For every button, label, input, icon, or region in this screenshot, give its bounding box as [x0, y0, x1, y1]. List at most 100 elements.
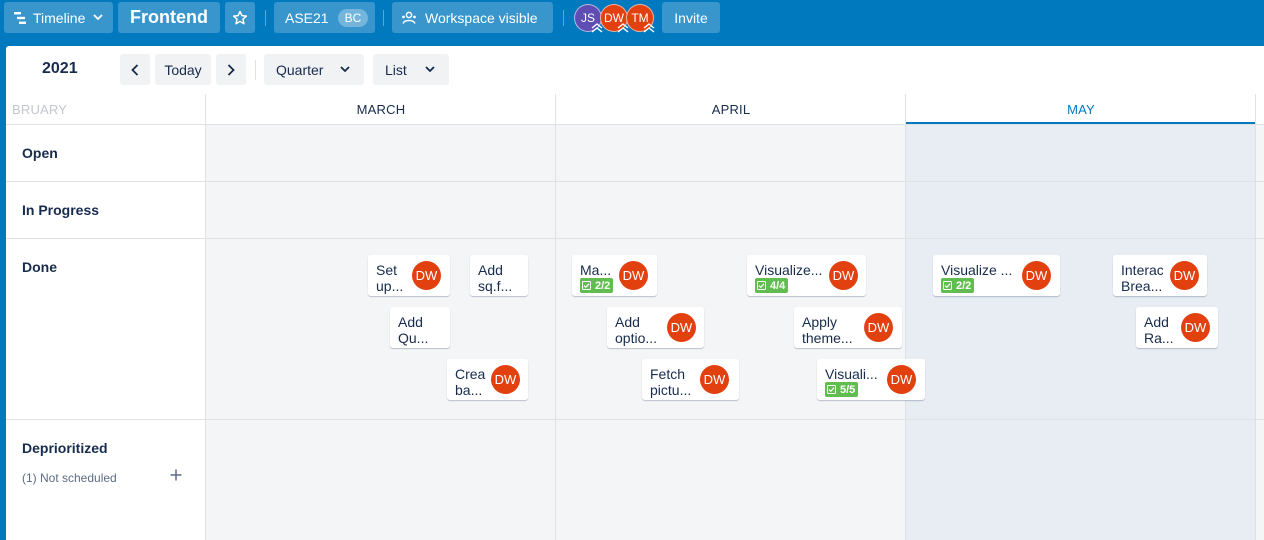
board-name-button[interactable]: Frontend	[118, 2, 220, 33]
lane-divider	[6, 419, 1264, 420]
timeline-card[interactable]: Crea ba... DW	[447, 359, 528, 400]
lane-divider	[6, 238, 1264, 239]
header-divider	[6, 124, 1264, 125]
board-header: Timeline Frontend ASE21 BC Workspace vis…	[0, 0, 1264, 36]
member-avatar[interactable]: TM	[626, 4, 655, 33]
card-title: Visualize ...	[941, 262, 1013, 278]
timeline-card[interactable]: Visualize ... 2/2 DW	[933, 255, 1060, 296]
card-title: Interac Brea...	[1121, 262, 1163, 294]
year-label: 2021	[42, 60, 78, 77]
card-title: Apply theme...	[802, 314, 853, 346]
card-title: Set up...	[376, 262, 404, 294]
chevron-down-icon	[425, 66, 435, 73]
plus-icon[interactable]	[170, 469, 182, 481]
card-title: Add Ra...	[1144, 314, 1174, 346]
member-avatar: DW	[864, 313, 893, 342]
chevron-down-icon	[93, 14, 104, 21]
timeline-board: 2021 Today Quarter List BRUARY MARCH APR…	[6, 46, 1264, 540]
month-header-april: APRIL	[711, 101, 751, 117]
timeline-card[interactable]: Add Ra... DW	[1136, 307, 1218, 348]
next-period-button[interactable]	[216, 54, 246, 85]
timeline-card[interactable]: Set up... DW	[368, 255, 450, 296]
chevron-left-icon	[131, 63, 139, 76]
grid-line	[1255, 94, 1256, 540]
lane-label-open: Open	[22, 145, 58, 161]
lane-divider	[6, 181, 1264, 182]
group-by-select[interactable]: List	[373, 54, 449, 85]
member-avatar: DW	[667, 313, 696, 342]
previous-period-button[interactable]	[120, 54, 150, 85]
card-title: Fetch pictu...	[650, 366, 692, 398]
lane-label-deprioritized: Deprioritized	[22, 440, 108, 456]
workspace-button[interactable]: ASE21 BC	[274, 2, 375, 33]
visibility-label: Workspace visible	[425, 9, 538, 26]
checklist-icon	[582, 281, 591, 290]
grid-line	[555, 94, 556, 540]
member-avatar: DW	[491, 365, 520, 394]
timeline-card[interactable]: Fetch pictu... DW	[642, 359, 739, 400]
column-june	[1256, 125, 1264, 540]
card-title: Ma...	[580, 262, 612, 278]
star-board-button[interactable]	[225, 2, 255, 33]
timeline-card[interactable]: Visuali... 5/5 DW	[817, 359, 925, 400]
chevron-right-icon	[227, 63, 235, 76]
member-avatar: DW	[619, 261, 648, 290]
star-icon	[232, 10, 248, 24]
timeline-card[interactable]: Apply theme... DW	[794, 307, 902, 348]
workspace-name: ASE21	[285, 9, 329, 26]
member-avatar: DW	[1181, 313, 1210, 342]
view-switcher-label: Timeline	[33, 9, 86, 26]
range-select[interactable]: Quarter	[264, 54, 364, 85]
member-avatar[interactable]: JS	[574, 4, 603, 33]
workspace-badge: BC	[337, 8, 369, 27]
divider	[255, 60, 256, 80]
member-avatar[interactable]: DW	[600, 4, 629, 33]
month-header-may: MAY	[1067, 101, 1095, 117]
card-title: Add optio...	[615, 314, 658, 346]
card-title: Visuali...	[825, 366, 878, 382]
divider	[563, 10, 564, 26]
timeline-card[interactable]: Visualize... 4/4 DW	[747, 255, 866, 296]
member-avatar: DW	[1022, 261, 1051, 290]
divider	[383, 10, 384, 26]
card-title: Crea ba...	[455, 366, 486, 398]
month-header-march: MARCH	[356, 101, 406, 117]
timeline-card[interactable]: Ma... 2/2 DW	[572, 255, 657, 296]
grid-line	[905, 94, 906, 540]
admin-chevron-icon	[643, 23, 655, 33]
timeline-card[interactable]: Interac Brea... DW	[1113, 255, 1207, 296]
month-header-previous: BRUARY	[12, 101, 68, 117]
lane-label-done: Done	[22, 259, 57, 275]
member-avatar: DW	[887, 365, 916, 394]
visibility-button[interactable]: Workspace visible	[392, 2, 553, 33]
not-scheduled-link[interactable]: (1) Not scheduled	[22, 471, 117, 485]
grid-line	[205, 94, 206, 540]
member-avatar: DW	[829, 261, 858, 290]
divider	[265, 10, 266, 26]
workspace-icon	[402, 11, 416, 24]
checklist-badge: 2/2	[580, 278, 614, 293]
checklist-icon	[757, 281, 766, 290]
today-button[interactable]: Today	[155, 54, 211, 85]
checklist-badge: 4/4	[755, 278, 789, 293]
lane-label-in-progress: In Progress	[22, 202, 100, 218]
view-switcher-button[interactable]: Timeline	[4, 2, 113, 33]
card-title: Add Qu...	[398, 314, 429, 346]
checklist-icon	[943, 281, 952, 290]
timeline-card[interactable]: Add optio... DW	[607, 307, 704, 348]
timeline-card[interactable]: Add sq.f...	[470, 255, 528, 296]
chevron-down-icon	[340, 66, 350, 73]
member-avatar: DW	[1170, 261, 1199, 290]
member-avatar: DW	[700, 365, 729, 394]
checklist-badge: 2/2	[941, 278, 975, 293]
checklist-badge: 5/5	[825, 382, 859, 397]
invite-button[interactable]: Invite	[662, 2, 720, 33]
card-title: Add sq.f...	[478, 262, 513, 294]
checklist-icon	[827, 385, 836, 394]
column-march	[206, 125, 556, 540]
timeline-icon	[14, 11, 26, 24]
invite-label: Invite	[674, 9, 708, 26]
timeline-card[interactable]: Add Qu...	[390, 307, 450, 348]
board-title: Frontend	[130, 7, 208, 27]
member-avatar: DW	[412, 261, 441, 290]
